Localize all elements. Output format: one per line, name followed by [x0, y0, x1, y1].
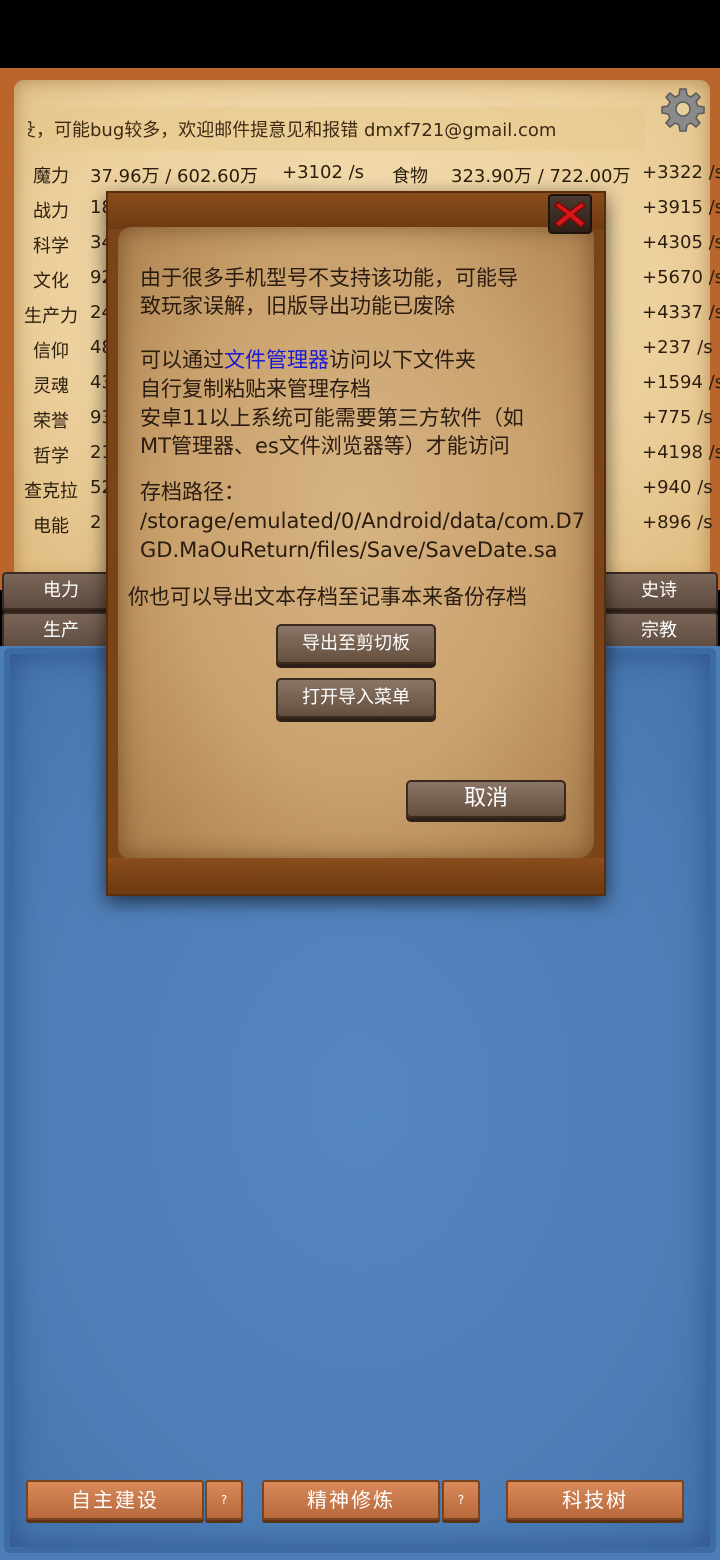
- self-build-button[interactable]: 自主建设: [26, 1480, 204, 1520]
- resource-rate: +237 /s: [642, 337, 713, 358]
- close-icon: [553, 200, 587, 229]
- save-path-line: /storage/emulated/0/Android/data/com.D7: [140, 509, 586, 533]
- dialog-text-segment: 可以通过: [140, 348, 224, 372]
- resource-rate: +4305 /s: [642, 232, 720, 253]
- dialog-text-line: 致玩家误解，旧版导出功能已废除: [140, 294, 455, 318]
- resource-rate: +1594 /s: [642, 372, 720, 393]
- resource-rate: +775 /s: [642, 407, 713, 428]
- resource-rate: +3322 /s: [642, 162, 720, 183]
- save-path-line: GD.MaOuReturn/files/Save/SaveDate.sa: [140, 538, 558, 562]
- dialog-text-line: 安卓11以上系统可能需要第三方软件（如: [140, 406, 524, 430]
- self-build-help-button[interactable]: ?: [205, 1480, 243, 1520]
- news-ticker: 殳，可能bug较多，欢迎邮件提意见和报错 dmxf721@gmail.com: [28, 107, 646, 151]
- resource-name: 生产力: [24, 306, 78, 327]
- tab-label: 生产: [43, 620, 79, 641]
- resource-rate: +940 /s: [642, 477, 713, 498]
- resource-amount: 37.96万 / 602.60万: [90, 166, 259, 187]
- resource-name: 荣誉: [33, 411, 69, 432]
- resource-rate: +3915 /s: [642, 197, 720, 218]
- resource-rate: +4198 /s: [642, 442, 720, 463]
- tab-epic[interactable]: 史诗: [600, 572, 718, 610]
- button-label: 科技树: [562, 1488, 628, 1512]
- open-import-menu-button[interactable]: 打开导入菜单: [276, 678, 436, 718]
- resource-amount: 323.90万 / 722.00万: [451, 166, 631, 187]
- resource-name: 食物: [392, 166, 428, 187]
- export-hint: 你也可以导出文本存档至记事本来备份存档: [128, 585, 527, 609]
- export-clipboard-button[interactable]: 导出至剪切板: [276, 624, 436, 664]
- tab-label: 史诗: [641, 580, 677, 601]
- resource-name: 战力: [33, 201, 69, 222]
- dialog-text-line: 可以通过文件管理器访问以下文件夹: [140, 346, 476, 374]
- spirit-training-button[interactable]: 精神修炼: [262, 1480, 440, 1520]
- resource-name: 文化: [33, 271, 69, 292]
- resource-name: 信仰: [33, 341, 69, 362]
- resource-row: 魔力 37.96万 / 602.60万 +3102 /s 食物 323.90万 / 72…: [0, 156, 720, 190]
- gear-icon[interactable]: [660, 86, 706, 132]
- resource-name: 电能: [33, 516, 69, 537]
- dialog-text-line: MT管理器、es文件浏览器等）才能访问: [140, 434, 510, 458]
- button-label: 取消: [463, 786, 508, 811]
- resource-name: 魔力: [33, 166, 69, 187]
- dialog-text-segment: 访问以下文件夹: [329, 348, 476, 372]
- tab-label: 宗教: [641, 620, 677, 641]
- cancel-button[interactable]: 取消: [406, 780, 566, 818]
- resource-amount: 2: [90, 512, 102, 533]
- dialog-bottom-bar: [108, 858, 604, 894]
- button-label: 打开导入菜单: [302, 687, 410, 708]
- resource-rate: +896 /s: [642, 512, 713, 533]
- tech-tree-button[interactable]: 科技树: [506, 1480, 684, 1520]
- resource-name: 哲学: [33, 446, 69, 467]
- ticker-text: 殳，可能bug较多，欢迎邮件提意见和报错 dmxf721@gmail.com: [28, 120, 557, 141]
- close-button[interactable]: [548, 194, 592, 234]
- file-manager-link[interactable]: 文件管理器: [224, 348, 329, 372]
- button-label: 自主建设: [71, 1488, 159, 1512]
- resource-name: 灵魂: [33, 376, 69, 397]
- resource-rate: +3102 /s: [282, 162, 365, 183]
- button-label: ?: [220, 1493, 228, 1507]
- resource-name: 查克拉: [24, 481, 78, 502]
- resource-rate: +5670 /s: [642, 267, 720, 288]
- tab-religion[interactable]: 宗教: [600, 612, 718, 650]
- dialog-text-line: 自行复制粘贴来管理存档: [140, 377, 371, 401]
- save-path-label: 存档路径：: [140, 480, 245, 504]
- tab-electricity[interactable]: 电力: [2, 572, 120, 610]
- spirit-training-help-button[interactable]: ?: [442, 1480, 480, 1520]
- dialog-text-line: 由于很多手机型号不支持该功能，可能导: [140, 266, 518, 290]
- button-label: ?: [457, 1493, 465, 1507]
- tab-production[interactable]: 生产: [2, 612, 120, 650]
- resource-rate: +4337 /s: [642, 302, 720, 323]
- dialog-top-bar: [108, 193, 604, 229]
- resource-name: 科学: [33, 236, 69, 257]
- button-label: 精神修炼: [307, 1488, 395, 1512]
- tab-label: 电力: [43, 580, 79, 601]
- button-label: 导出至剪切板: [302, 633, 410, 654]
